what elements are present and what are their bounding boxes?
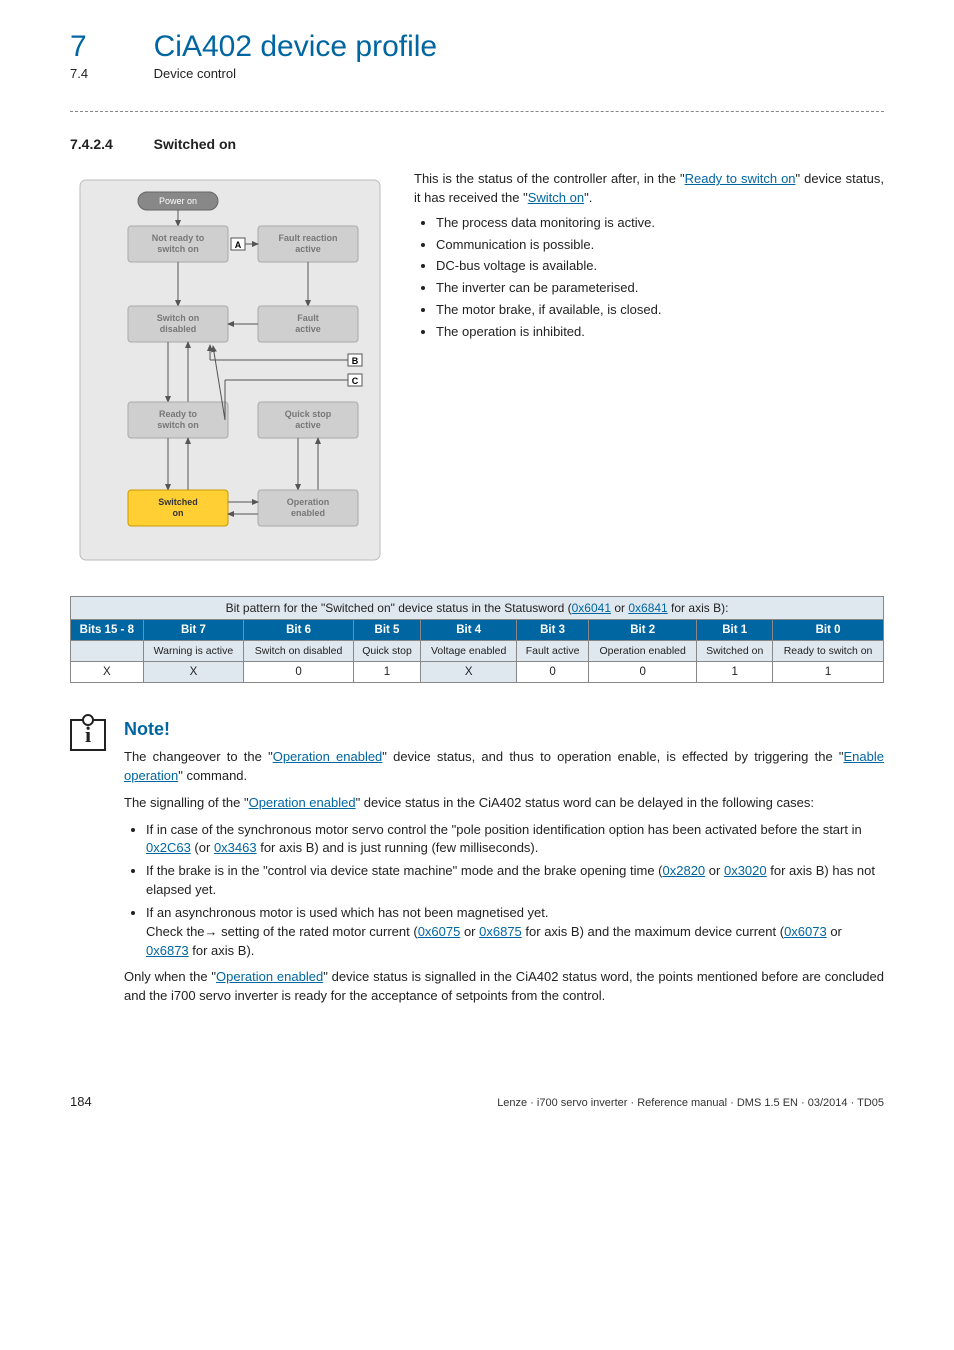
bit-label <box>71 641 144 662</box>
list-item: The process data monitoring is active. <box>436 214 884 233</box>
bit-label: Operation enabled <box>589 641 697 662</box>
info-icon: i <box>70 719 106 751</box>
link-0x3463[interactable]: 0x3463 <box>214 840 257 855</box>
bit-label: Switch on disabled <box>244 641 354 662</box>
page-header: 7 CiA402 device profile 7.4 Device contr… <box>70 30 884 81</box>
bit-value: X <box>421 662 517 683</box>
state-diagram: Power on Not ready to switch on Fault re… <box>70 170 390 570</box>
divider <box>70 111 884 112</box>
link-0x2820[interactable]: 0x2820 <box>663 863 706 878</box>
bit-value: 0 <box>589 662 697 683</box>
link-operation-enabled[interactable]: Operation enabled <box>273 749 383 764</box>
svg-text:B: B <box>352 356 359 366</box>
bit-pattern-table: Bit pattern for the "Switched on" device… <box>70 596 884 683</box>
svg-text:active: active <box>295 324 321 334</box>
page-footer: 184 Lenze · i700 servo inverter · Refere… <box>70 1094 884 1109</box>
col-header: Bit 0 <box>773 620 884 641</box>
col-header: Bit 4 <box>421 620 517 641</box>
bit-label: Warning is active <box>143 641 244 662</box>
section-number: 7.4 <box>70 66 150 81</box>
chapter-number: 7 <box>70 30 150 64</box>
subsection-number: 7.4.2.4 <box>70 136 150 152</box>
link-0x6873[interactable]: 0x6873 <box>146 943 189 958</box>
link-0x6841[interactable]: 0x6841 <box>628 601 667 615</box>
bit-value: X <box>143 662 244 683</box>
bit-label: Switched on <box>697 641 773 662</box>
link-0x3020[interactable]: 0x3020 <box>724 863 767 878</box>
link-0x6075[interactable]: 0x6075 <box>418 924 461 939</box>
col-header: Bit 7 <box>143 620 244 641</box>
svg-text:Ready to: Ready to <box>159 409 198 419</box>
link-operation-enabled[interactable]: Operation enabled <box>249 795 356 810</box>
subsection-heading: 7.4.2.4 Switched on <box>70 136 884 152</box>
bit-value: 1 <box>773 662 884 683</box>
col-header: Bit 3 <box>517 620 589 641</box>
svg-text:Not ready to: Not ready to <box>152 233 205 243</box>
col-header: Bits 15 - 8 <box>71 620 144 641</box>
bit-label: Fault active <box>517 641 589 662</box>
link-operation-enabled[interactable]: Operation enabled <box>216 969 323 984</box>
list-item: The operation is inhibited. <box>436 323 884 342</box>
bit-label: Voltage enabled <box>421 641 517 662</box>
list-item: Communication is possible. <box>436 236 884 255</box>
bit-value: 0 <box>517 662 589 683</box>
note-block: i Note! The changeover to the "Operation… <box>70 719 884 1014</box>
footer-info: Lenze · i700 servo inverter · Reference … <box>497 1097 884 1109</box>
bit-value: X <box>71 662 144 683</box>
svg-text:active: active <box>295 244 321 254</box>
link-0x6875[interactable]: 0x6875 <box>479 924 522 939</box>
svg-text:Switched: Switched <box>158 497 198 507</box>
col-header: Bit 2 <box>589 620 697 641</box>
list-item: If the brake is in the "control via devi… <box>146 862 884 900</box>
svg-text:Operation: Operation <box>287 497 330 507</box>
svg-text:A: A <box>235 240 242 250</box>
link-switch-on[interactable]: Switch on <box>528 190 584 205</box>
svg-text:disabled: disabled <box>160 324 197 334</box>
link-ready-to-switch-on[interactable]: Ready to switch on <box>685 171 796 186</box>
bit-value: 1 <box>697 662 773 683</box>
bit-value: 0 <box>244 662 354 683</box>
svg-text:Fault reaction: Fault reaction <box>278 233 337 243</box>
link-0x6073[interactable]: 0x6073 <box>784 924 827 939</box>
svg-text:C: C <box>352 376 359 386</box>
list-item: If an asynchronous motor is used which h… <box>146 904 884 961</box>
svg-text:on: on <box>173 508 184 518</box>
col-header: Bit 1 <box>697 620 773 641</box>
col-header: Bit 6 <box>244 620 354 641</box>
subsection-title: Switched on <box>154 136 236 152</box>
svg-text:active: active <box>295 420 321 430</box>
bit-value: 1 <box>353 662 420 683</box>
link-0x2c63[interactable]: 0x2C63 <box>146 840 191 855</box>
status-bullet-list: The process data monitoring is active. C… <box>414 214 884 342</box>
list-item: The motor brake, if available, is closed… <box>436 301 884 320</box>
note-title: Note! <box>124 719 884 740</box>
list-item: If in case of the synchronous motor serv… <box>146 821 884 859</box>
bit-label: Quick stop <box>353 641 420 662</box>
svg-text:Fault: Fault <box>297 313 319 323</box>
svg-text:Power on: Power on <box>159 196 197 206</box>
list-item: The inverter can be parameterised. <box>436 279 884 298</box>
col-header: Bit 5 <box>353 620 420 641</box>
svg-text:enabled: enabled <box>291 508 325 518</box>
intro-text: This is the status of the controller aft… <box>414 171 685 186</box>
link-0x6041[interactable]: 0x6041 <box>572 601 611 615</box>
svg-text:switch on: switch on <box>157 244 199 254</box>
svg-text:switch on: switch on <box>157 420 199 430</box>
chapter-title: CiA402 device profile <box>154 30 438 64</box>
page-number: 184 <box>70 1094 92 1109</box>
list-item: DC-bus voltage is available. <box>436 257 884 276</box>
svg-text:Switch on: Switch on <box>157 313 200 323</box>
svg-text:Quick stop: Quick stop <box>285 409 332 419</box>
section-title: Device control <box>154 66 236 81</box>
description: This is the status of the controller aft… <box>414 170 884 345</box>
bit-label: Ready to switch on <box>773 641 884 662</box>
